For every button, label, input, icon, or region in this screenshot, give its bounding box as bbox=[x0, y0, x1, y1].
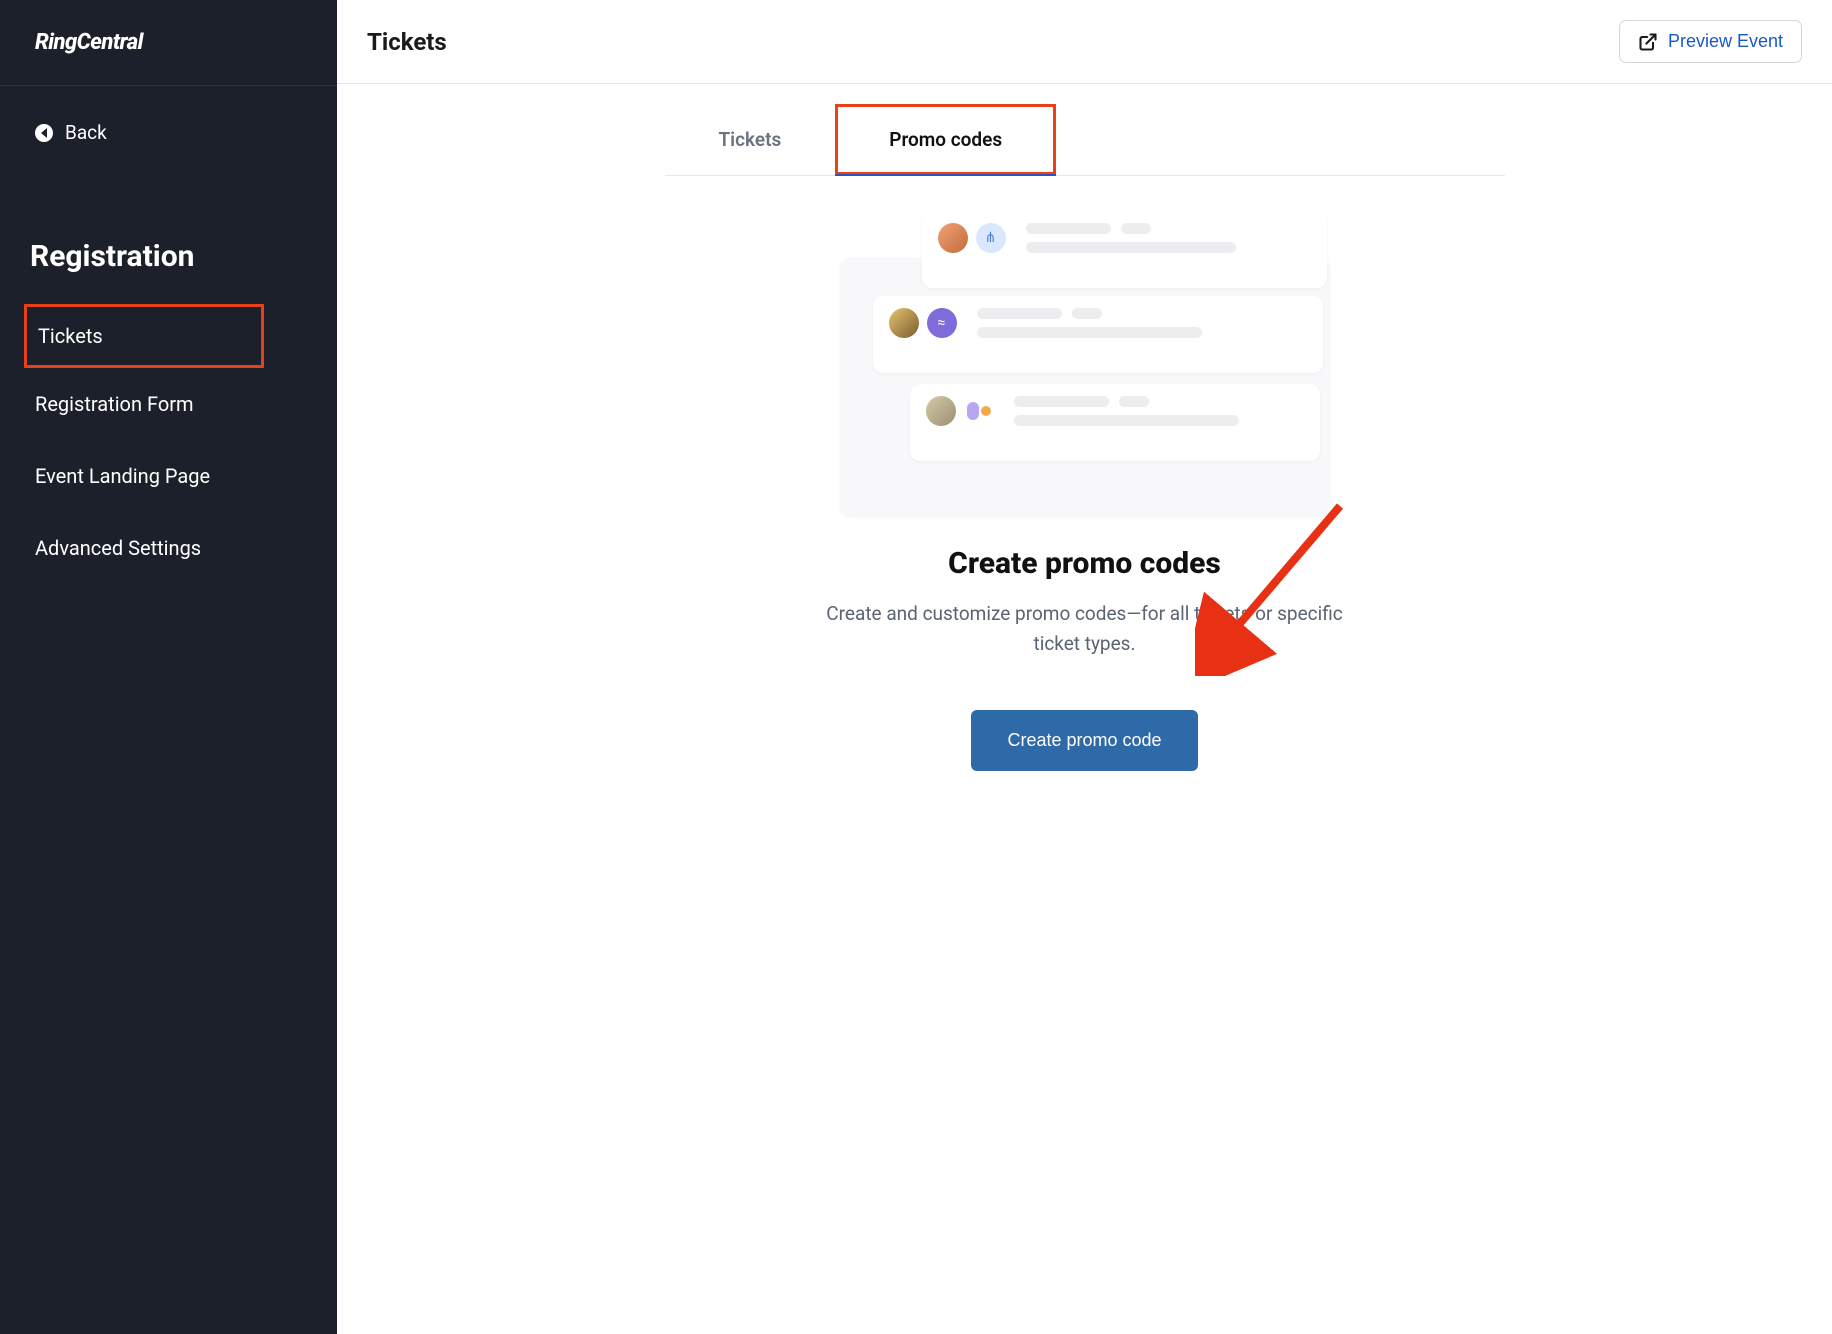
sidebar-item-tickets[interactable]: Tickets bbox=[24, 304, 264, 368]
tab-label: Promo codes bbox=[889, 128, 1002, 151]
tabs-container: Tickets Promo codes bbox=[665, 104, 1505, 176]
tab-tickets[interactable]: Tickets bbox=[665, 104, 836, 175]
page-header: Tickets Preview Event bbox=[337, 0, 1832, 84]
preview-event-label: Preview Event bbox=[1668, 31, 1783, 52]
sidebar-item-registration-form[interactable]: Registration Form bbox=[0, 368, 337, 440]
page-title: Tickets bbox=[367, 28, 447, 56]
back-arrow-icon bbox=[35, 124, 53, 142]
hero-section: ⋔ ≈ bbox=[735, 176, 1435, 801]
sidebar-item-label: Event Landing Page bbox=[35, 464, 210, 488]
back-label: Back bbox=[65, 121, 107, 144]
external-link-icon bbox=[1638, 32, 1658, 52]
sidebar-item-label: Tickets bbox=[38, 324, 103, 348]
sidebar-item-label: Advanced Settings bbox=[35, 536, 201, 560]
create-promo-code-button[interactable]: Create promo code bbox=[971, 710, 1197, 771]
logo-area: RingCentral bbox=[0, 0, 337, 85]
main-content: Tickets Preview Event Tickets Promo code… bbox=[337, 0, 1832, 1334]
sidebar-item-event-landing-page[interactable]: Event Landing Page bbox=[0, 440, 337, 512]
sidebar-section-title: Registration bbox=[0, 179, 337, 304]
tab-label: Tickets bbox=[719, 128, 782, 151]
brand-logo: RingCentral bbox=[35, 30, 302, 55]
cta-label: Create promo code bbox=[1007, 730, 1161, 750]
tab-promo-codes[interactable]: Promo codes bbox=[835, 104, 1056, 175]
sidebar: RingCentral Back Registration Tickets Re… bbox=[0, 0, 337, 1334]
promo-codes-illustration: ⋔ ≈ bbox=[835, 206, 1335, 516]
preview-event-button[interactable]: Preview Event bbox=[1619, 20, 1802, 63]
sidebar-item-advanced-settings[interactable]: Advanced Settings bbox=[0, 512, 337, 584]
content-area: Tickets Promo codes ⋔ bbox=[337, 84, 1832, 821]
sidebar-item-label: Registration Form bbox=[35, 392, 194, 416]
hero-title: Create promo codes bbox=[735, 546, 1435, 581]
back-link[interactable]: Back bbox=[0, 86, 337, 179]
hero-description: Create and customize promo codes—for all… bbox=[825, 599, 1345, 660]
